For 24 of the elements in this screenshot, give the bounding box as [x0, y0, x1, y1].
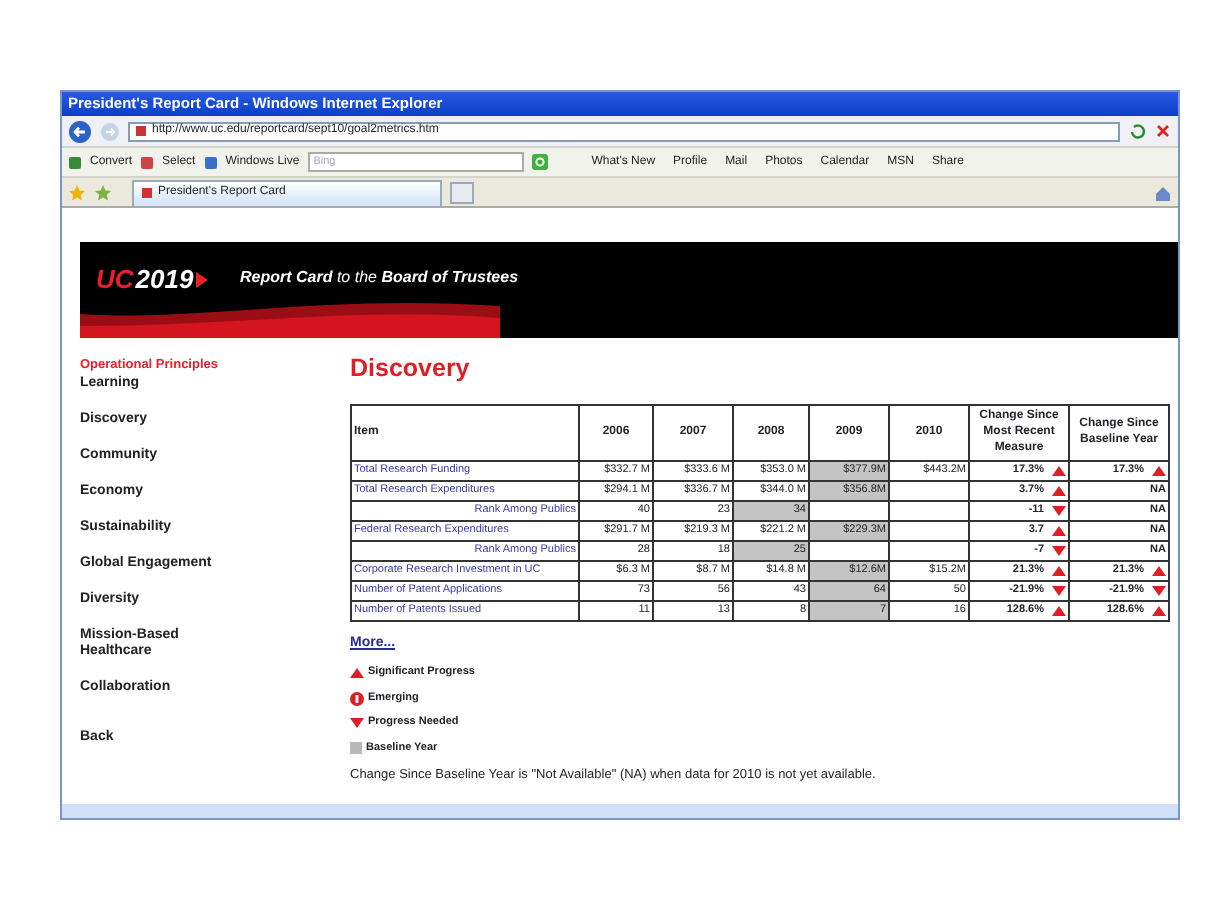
stop-icon[interactable]	[1154, 122, 1172, 140]
page-heading: Discovery	[350, 352, 472, 386]
toolbar-icon	[68, 155, 82, 169]
back-icon[interactable]	[68, 119, 92, 143]
favorites-star-icon[interactable]	[68, 183, 86, 201]
add-favorite-icon[interactable]	[94, 183, 112, 201]
page-icon	[134, 124, 148, 138]
play-arrow-icon	[195, 271, 208, 288]
refresh-icon[interactable]	[1128, 122, 1146, 140]
emerging-circle-icon	[350, 691, 364, 705]
logo-year: 2019	[135, 262, 194, 298]
square-icon	[350, 742, 362, 754]
horizontal-scrollbar[interactable]	[62, 804, 1178, 818]
toolbar-icon	[203, 155, 218, 169]
page-icon	[140, 186, 154, 200]
logo-text: UC	[96, 262, 134, 298]
toolbar-icon	[140, 155, 155, 169]
forward-icon[interactable]	[100, 121, 120, 141]
up-triangle-icon	[350, 668, 364, 678]
down-triangle-icon	[350, 718, 364, 728]
banner-tagline: Report Card to the Board of Trustees	[240, 266, 519, 290]
new-tab-button[interactable]	[450, 181, 474, 203]
home-icon[interactable]	[1154, 183, 1172, 201]
search-icon[interactable]	[531, 154, 548, 170]
